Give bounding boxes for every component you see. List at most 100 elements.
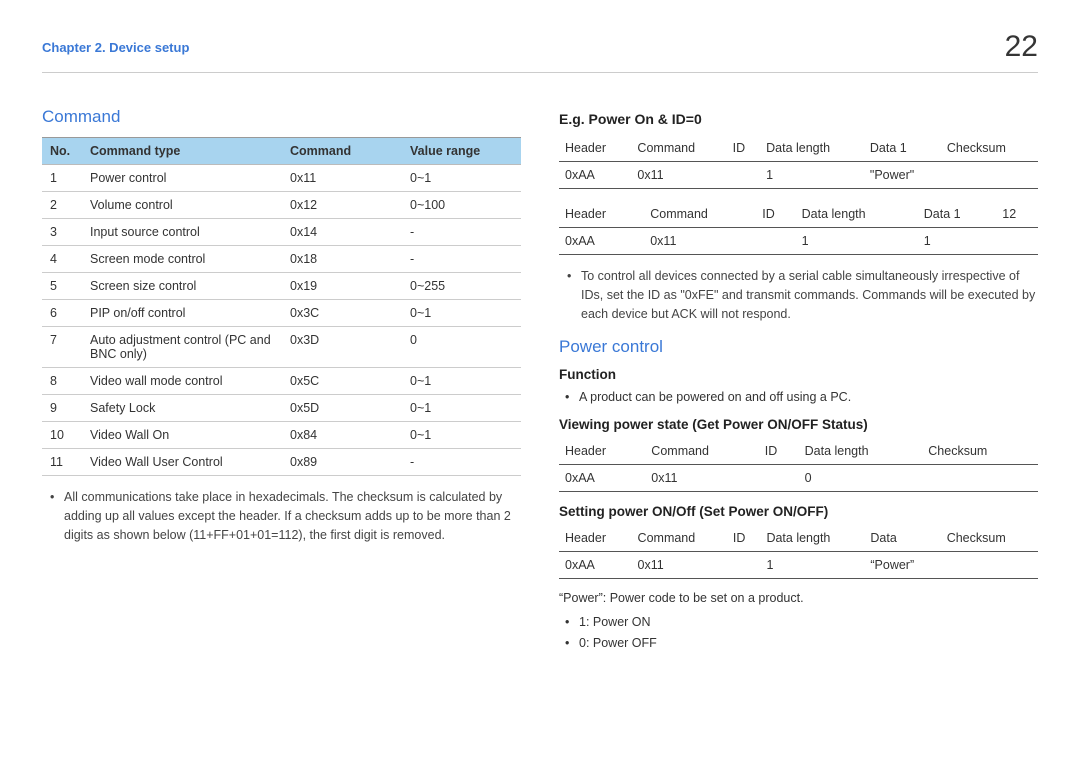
cell: 0x11 (632, 552, 727, 579)
col-header-no: No. (42, 138, 82, 165)
cell: Checksum (922, 438, 1038, 465)
power-code-line: “Power”: Power code to be set on a produ… (559, 591, 1038, 605)
cell: Video Wall User Control (82, 449, 282, 476)
cell: 4 (42, 246, 82, 273)
example-heading: E.g. Power On & ID=0 (559, 111, 1038, 127)
table-row: 0xAA 0x11 1 "Power" (559, 162, 1038, 189)
cell (727, 552, 761, 579)
command-heading: Command (42, 107, 521, 127)
cell: 11 (42, 449, 82, 476)
cell: Header (559, 438, 645, 465)
cell (941, 552, 1038, 579)
table-row: 5Screen size control0x190~255 (42, 273, 521, 300)
cell: 0~255 (402, 273, 521, 300)
cell: 7 (42, 327, 82, 368)
cell: 0xAA (559, 465, 645, 492)
cell: 0x12 (282, 192, 402, 219)
cell: Data 1 (918, 201, 997, 228)
cell: - (402, 246, 521, 273)
cell: 0x11 (631, 162, 726, 189)
table-row: 6PIP on/off control0x3C0~1 (42, 300, 521, 327)
table-header-row: No. Command type Command Value range (42, 138, 521, 165)
view-power-table: Header Command ID Data length Checksum 0… (559, 438, 1038, 492)
command-table: No. Command type Command Value range 1Po… (42, 137, 521, 476)
table-row: 10Video Wall On0x840~1 (42, 422, 521, 449)
cell: Header (559, 135, 631, 162)
cell: Power control (82, 165, 282, 192)
cell (727, 162, 760, 189)
cell: 0~1 (402, 395, 521, 422)
page-number: 22 (1005, 30, 1038, 64)
cell: 0xAA (559, 552, 632, 579)
table-row: 0xAA 0x11 1 “Power” (559, 552, 1038, 579)
cell: 0x89 (282, 449, 402, 476)
cell: 0 (799, 465, 923, 492)
table-row: Header Command ID Data length Data 1 12 (559, 201, 1038, 228)
table-row: 2Volume control0x120~100 (42, 192, 521, 219)
cell: 9 (42, 395, 82, 422)
cell: “Power” (864, 552, 940, 579)
cell: 0xAA (559, 162, 631, 189)
cell: Command (644, 201, 756, 228)
cell: ID (727, 135, 760, 162)
page-header: Chapter 2. Device setup 22 (42, 30, 1038, 73)
col-header-cmd: Command (282, 138, 402, 165)
cell: Video Wall On (82, 422, 282, 449)
chapter-title: Chapter 2. Device setup (42, 40, 189, 55)
cell: 2 (42, 192, 82, 219)
table-row: 0xAA 0x11 1 1 (559, 228, 1038, 255)
col-header-type: Command type (82, 138, 282, 165)
cell: 8 (42, 368, 82, 395)
set-power-heading: Setting power ON/Off (Set Power ON/OFF) (559, 504, 1038, 519)
table-row: Header Command ID Data length Data Check… (559, 525, 1038, 552)
power-off-bullet: 0: Power OFF (559, 634, 1038, 653)
cell: 0x11 (282, 165, 402, 192)
cell: 0~1 (402, 422, 521, 449)
table-row: 1Power control0x110~1 (42, 165, 521, 192)
serial-note: To control all devices connected by a se… (559, 267, 1038, 323)
cell: 6 (42, 300, 82, 327)
table-row: Header Command ID Data length Checksum (559, 438, 1038, 465)
cell: "Power" (864, 162, 941, 189)
cell: 10 (42, 422, 82, 449)
cell: Data length (796, 201, 918, 228)
cell: 0x84 (282, 422, 402, 449)
cell: 1 (760, 162, 864, 189)
cell: Command (645, 438, 758, 465)
table-row: 3Input source control0x14- (42, 219, 521, 246)
cell: 0x14 (282, 219, 402, 246)
cell: Data (864, 525, 940, 552)
cell: 0~1 (402, 300, 521, 327)
cell: Input source control (82, 219, 282, 246)
cell: ID (756, 201, 795, 228)
left-column: Command No. Command type Command Value r… (42, 107, 521, 655)
cell: 0xAA (559, 228, 644, 255)
cell: 0~1 (402, 165, 521, 192)
cell: - (402, 219, 521, 246)
cell: 0x3D (282, 327, 402, 368)
table-row: Header Command ID Data length Data 1 Che… (559, 135, 1038, 162)
power-control-heading: Power control (559, 337, 1038, 357)
cell: Volume control (82, 192, 282, 219)
table-row: 0xAA 0x11 0 (559, 465, 1038, 492)
cell: Data length (799, 438, 923, 465)
cell: 0~100 (402, 192, 521, 219)
cell: 0x3C (282, 300, 402, 327)
cell: ID (727, 525, 761, 552)
cell: 1 (918, 228, 997, 255)
cell: 3 (42, 219, 82, 246)
table-row: 4Screen mode control0x18- (42, 246, 521, 273)
function-heading: Function (559, 367, 1038, 382)
cell: - (402, 449, 521, 476)
cell (996, 228, 1038, 255)
cell (756, 228, 795, 255)
set-power-table: Header Command ID Data length Data Check… (559, 525, 1038, 579)
cell: Header (559, 525, 632, 552)
cell: 0x11 (645, 465, 758, 492)
cell: Checksum (941, 135, 1038, 162)
cell: 1 (760, 552, 864, 579)
eg-table-2: Header Command ID Data length Data 1 12 … (559, 201, 1038, 255)
cell: 0~1 (402, 368, 521, 395)
cell (922, 465, 1038, 492)
cell: 0x18 (282, 246, 402, 273)
